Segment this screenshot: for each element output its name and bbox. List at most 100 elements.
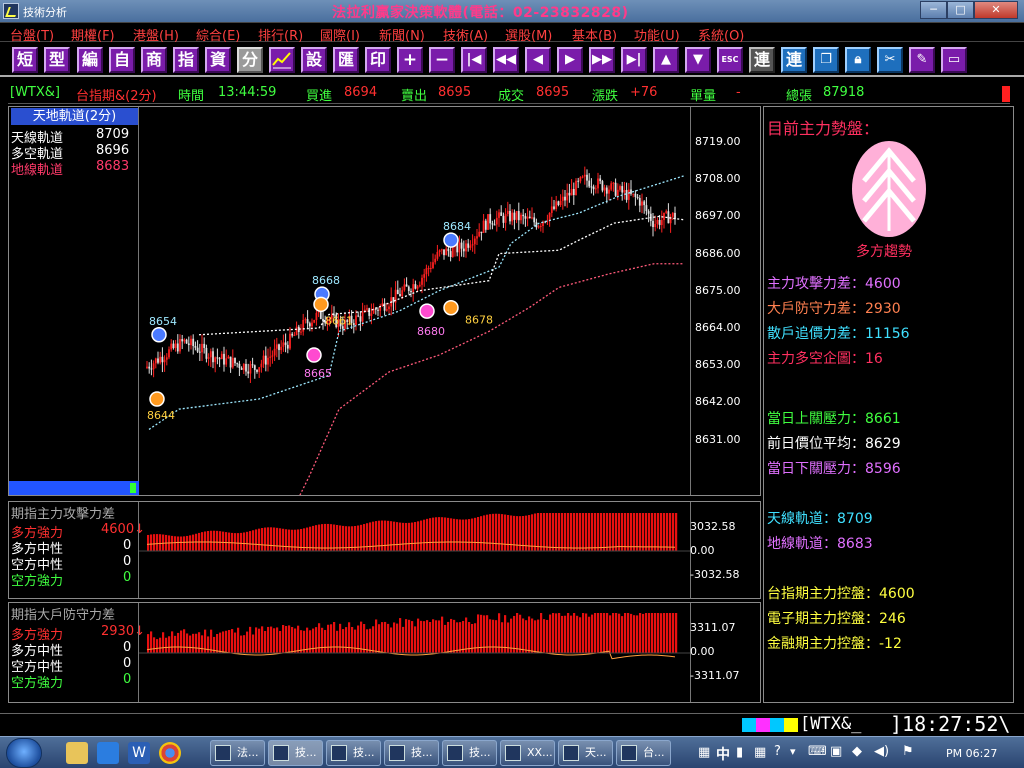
down-arrow-icon[interactable]: ▼: [685, 47, 711, 73]
help-icon[interactable]: ?: [774, 744, 781, 759]
bar: [402, 522, 405, 551]
bar: [540, 613, 543, 653]
step-back-icon[interactable]: ◀: [525, 47, 551, 73]
defense-chart[interactable]: [139, 603, 690, 702]
taskbar-task-1[interactable]: 法...: [210, 740, 265, 766]
tool-short-button[interactable]: 短: [12, 47, 38, 73]
window-icon[interactable]: ▭: [941, 47, 967, 73]
minus-icon[interactable]: −: [429, 47, 455, 73]
maximize-button[interactable]: □: [947, 1, 974, 19]
step-forward-icon[interactable]: ▶: [557, 47, 583, 73]
taskbar-task-2[interactable]: 技...: [268, 740, 323, 766]
bar: [219, 632, 222, 653]
tool-export-button[interactable]: 匯: [333, 47, 359, 73]
menu-options[interactable]: 期權(F): [71, 25, 115, 44]
menu-news[interactable]: 新聞(N): [379, 25, 425, 44]
menu-composite[interactable]: 綜合(E): [196, 25, 240, 44]
first-bar-icon[interactable]: |◀: [461, 47, 487, 73]
up-arrow-icon[interactable]: ▲: [653, 47, 679, 73]
taskbar-task-4[interactable]: 技...: [384, 740, 439, 766]
quote-change-label: 漲跌: [592, 89, 619, 104]
price-panel-header[interactable]: 天地軌道(2分): [11, 108, 138, 125]
bar: [591, 513, 594, 551]
tool-split-button[interactable]: 分: [237, 47, 263, 73]
drive-icon[interactable]: ◆: [852, 744, 862, 759]
flag-icon[interactable]: ⚑: [902, 744, 914, 759]
menu-taipan[interactable]: 台盤(T): [10, 25, 54, 44]
ime-symbol-icon[interactable]: ▦: [754, 745, 766, 760]
attack-chart[interactable]: [139, 502, 690, 598]
folder-icon[interactable]: [66, 742, 88, 764]
tool-data-button[interactable]: 資: [205, 47, 231, 73]
chrome-icon[interactable]: [159, 742, 181, 764]
word-icon[interactable]: W: [128, 742, 150, 764]
candle: [253, 364, 256, 379]
menu-functions[interactable]: 功能(U): [634, 25, 680, 44]
info-value: 8683: [837, 536, 873, 552]
tray-expand-icon[interactable]: ▾: [790, 745, 796, 758]
language-icon[interactable]: ▦: [698, 745, 710, 760]
ime-mode-icon[interactable]: ▮: [736, 745, 743, 760]
menu-ranking[interactable]: 排行(R): [258, 25, 303, 44]
ime-indicator[interactable]: 中: [716, 744, 730, 764]
candle: [262, 350, 265, 368]
candle: [612, 181, 615, 192]
signal-marker[interactable]: [149, 391, 165, 407]
link-button[interactable]: 連: [749, 47, 775, 73]
tool-print-button[interactable]: 印: [365, 47, 391, 73]
pencil-icon[interactable]: ✎: [909, 47, 935, 73]
escape-button[interactable]: ESC: [717, 47, 743, 73]
signal-marker[interactable]: [443, 299, 459, 316]
taskbar-task-8[interactable]: 台...: [616, 740, 671, 766]
tool-edit-button[interactable]: 編: [77, 47, 103, 73]
bar: [672, 513, 675, 551]
lock-icon[interactable]: 🔒︎: [845, 47, 871, 73]
tool-product-button[interactable]: 商: [141, 47, 167, 73]
menu-technical[interactable]: 技術(A): [443, 25, 488, 44]
bar: [264, 527, 267, 551]
fast-back-icon[interactable]: ◀◀: [493, 47, 519, 73]
bar: [234, 632, 237, 653]
windows-icon[interactable]: ❐: [813, 47, 839, 73]
close-button[interactable]: ✕: [974, 1, 1018, 19]
menu-hk[interactable]: 港盤(H): [133, 25, 179, 44]
taskbar-task-6[interactable]: XX...: [500, 740, 555, 766]
bar: [627, 513, 630, 551]
tool-indicator-button[interactable]: 指: [173, 47, 199, 73]
tool-settings-button[interactable]: 設: [301, 47, 327, 73]
plus-icon[interactable]: +: [397, 47, 423, 73]
menu-system[interactable]: 系統(O): [698, 25, 744, 44]
bar: [216, 530, 219, 551]
candle: [528, 210, 531, 219]
signal-marker[interactable]: [419, 303, 435, 319]
chart-line-icon[interactable]: [269, 47, 295, 73]
candle: [649, 206, 652, 227]
bar: [288, 625, 291, 653]
tool-type-button[interactable]: 型: [44, 47, 70, 73]
last-bar-icon[interactable]: ▶|: [621, 47, 647, 73]
signal-marker[interactable]: [151, 327, 167, 343]
signal-marker[interactable]: [443, 232, 459, 248]
taskbar-task-7[interactable]: 天...: [558, 740, 613, 766]
media-player-icon[interactable]: [97, 742, 119, 764]
volume-icon[interactable]: ◀): [874, 744, 889, 759]
candle: [515, 210, 518, 224]
tools-icon[interactable]: ✂: [877, 47, 903, 73]
link-alt-button[interactable]: 連: [781, 47, 807, 73]
menu-fundamentals[interactable]: 基本(B): [572, 25, 617, 44]
price-chart[interactable]: 8654 8644 8668 8661 8665 8684 8678 8680: [139, 107, 690, 495]
keyboard-icon[interactable]: ⌨: [808, 744, 827, 759]
taskbar-task-3[interactable]: 技...: [326, 740, 381, 766]
taskbar-clock[interactable]: PM 06:27: [946, 747, 997, 760]
menu-international[interactable]: 國際(I): [320, 25, 360, 44]
minimize-button[interactable]: ─: [920, 1, 947, 19]
tool-custom-button[interactable]: 自: [109, 47, 135, 73]
start-button[interactable]: [6, 738, 42, 768]
candle: [645, 197, 648, 216]
signal-marker[interactable]: [313, 296, 329, 313]
menu-stock-picking[interactable]: 選股(M): [505, 25, 552, 44]
taskbar-task-5[interactable]: 技...: [442, 740, 497, 766]
fast-forward-icon[interactable]: ▶▶: [589, 47, 615, 73]
network-icon[interactable]: ▣: [830, 744, 842, 759]
signal-marker[interactable]: [306, 347, 322, 363]
